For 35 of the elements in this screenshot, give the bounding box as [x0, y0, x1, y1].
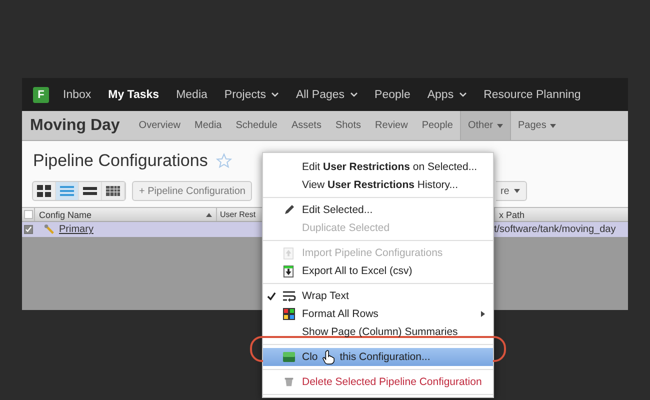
- page-title: Pipeline Configurations: [33, 151, 208, 171]
- project-tab[interactable]: Review: [368, 111, 415, 140]
- menu-item[interactable]: Export All to Excel (csv): [263, 262, 493, 280]
- nav-item[interactable]: Apps: [427, 88, 467, 100]
- config-link[interactable]: Primary: [59, 224, 94, 235]
- menu-item[interactable]: Edit User Restrictions on Selected...: [263, 158, 493, 176]
- project-tab[interactable]: Shots: [328, 111, 368, 140]
- nav-item[interactable]: All Pages: [296, 88, 358, 100]
- nav-item[interactable]: Media: [176, 88, 208, 100]
- table-cell-text: t/software/tank/moving_day: [494, 224, 617, 235]
- project-tab[interactable]: Pages: [510, 111, 564, 140]
- menu-item[interactable]: Edit Selected...: [263, 201, 493, 219]
- nav-item[interactable]: Projects: [224, 88, 279, 100]
- app-logo[interactable]: F: [33, 86, 49, 102]
- add-button[interactable]: + Pipeline Configuration: [132, 181, 252, 201]
- project-tab[interactable]: Overview: [132, 111, 188, 140]
- menu-item[interactable]: Format All Rows: [263, 305, 493, 323]
- project-tab[interactable]: Media: [187, 111, 229, 140]
- nav-item[interactable]: Resource Planning: [484, 88, 581, 100]
- nav-item[interactable]: Inbox: [63, 88, 92, 100]
- project-tab[interactable]: People: [414, 111, 460, 140]
- menu-item[interactable]: Clo this Configuration...: [263, 348, 493, 366]
- project-tab[interactable]: Other: [460, 111, 511, 140]
- menu-item[interactable]: Wrap Text: [263, 287, 493, 305]
- project-tab[interactable]: Assets: [284, 111, 328, 140]
- more-button[interactable]: re: [496, 181, 528, 201]
- project-title[interactable]: Moving Day: [30, 116, 120, 134]
- column-header[interactable]: User Rest: [216, 208, 260, 221]
- nav-item[interactable]: People: [374, 88, 410, 100]
- menu-item[interactable]: Show Page (Column) Summaries: [263, 323, 493, 341]
- column-header[interactable]: Config Name: [34, 208, 216, 221]
- menu-item[interactable]: Delete Selected Pipeline Configuration: [263, 373, 493, 391]
- menu-item[interactable]: View User Restrictions History...: [263, 176, 493, 194]
- nav-item[interactable]: My Tasks: [108, 88, 160, 100]
- project-tab[interactable]: Schedule: [228, 111, 284, 140]
